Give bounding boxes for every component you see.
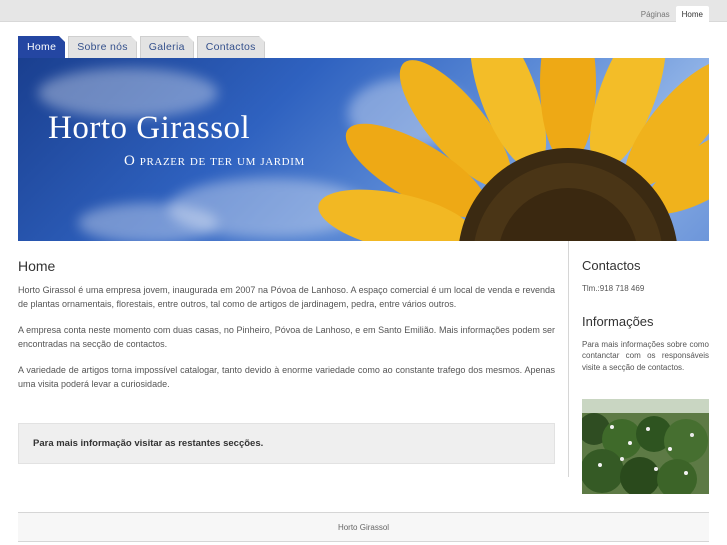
top-link-home[interactable]: Home <box>675 6 709 22</box>
cloud-shape <box>78 203 218 241</box>
top-link-paginas[interactable]: Páginas <box>635 6 676 22</box>
tab-sobre-nos[interactable]: Sobre nós <box>68 36 137 58</box>
plants-image <box>582 399 709 494</box>
banner-title: Horto Girassol <box>48 110 251 146</box>
intro-paragraph: Horto Girassol é uma empresa jovem, inau… <box>18 285 555 309</box>
garden-photo <box>582 399 709 494</box>
main-content: Home Horto Girassol é uma empresa jovem,… <box>18 258 555 404</box>
info-heading: Informações <box>582 313 654 329</box>
top-bar: Páginas Home <box>0 0 727 22</box>
column-divider <box>568 241 569 477</box>
top-links: Páginas Home <box>635 6 709 22</box>
main-nav: Home Sobre nós Galeria Contactos <box>18 36 268 58</box>
sidebar: Contactos Tlm.:918 718 469 Informações P… <box>582 258 709 373</box>
tab-contactos[interactable]: Contactos <box>196 36 265 58</box>
page-title: Home <box>18 258 56 274</box>
info-callout: Para mais informação visitar as restante… <box>18 423 555 464</box>
variety-paragraph: A variedade de artigos torna impossível … <box>18 365 555 389</box>
phone-number: Tlm.:918 718 469 <box>582 284 645 293</box>
sunflower-image <box>318 58 709 241</box>
tab-galeria[interactable]: Galeria <box>139 36 194 58</box>
header-banner: Horto Girassol O prazer de ter um jardim <box>18 58 709 241</box>
footer: Horto Girassol <box>18 512 709 542</box>
banner-subtitle: O prazer de ter um jardim <box>124 153 305 169</box>
locations-paragraph: A empresa conta neste momento com duas c… <box>18 325 555 349</box>
tab-home[interactable]: Home <box>18 36 66 58</box>
contacts-heading: Contactos <box>582 258 641 273</box>
info-text: Para mais informações sobre como contanc… <box>582 339 709 372</box>
